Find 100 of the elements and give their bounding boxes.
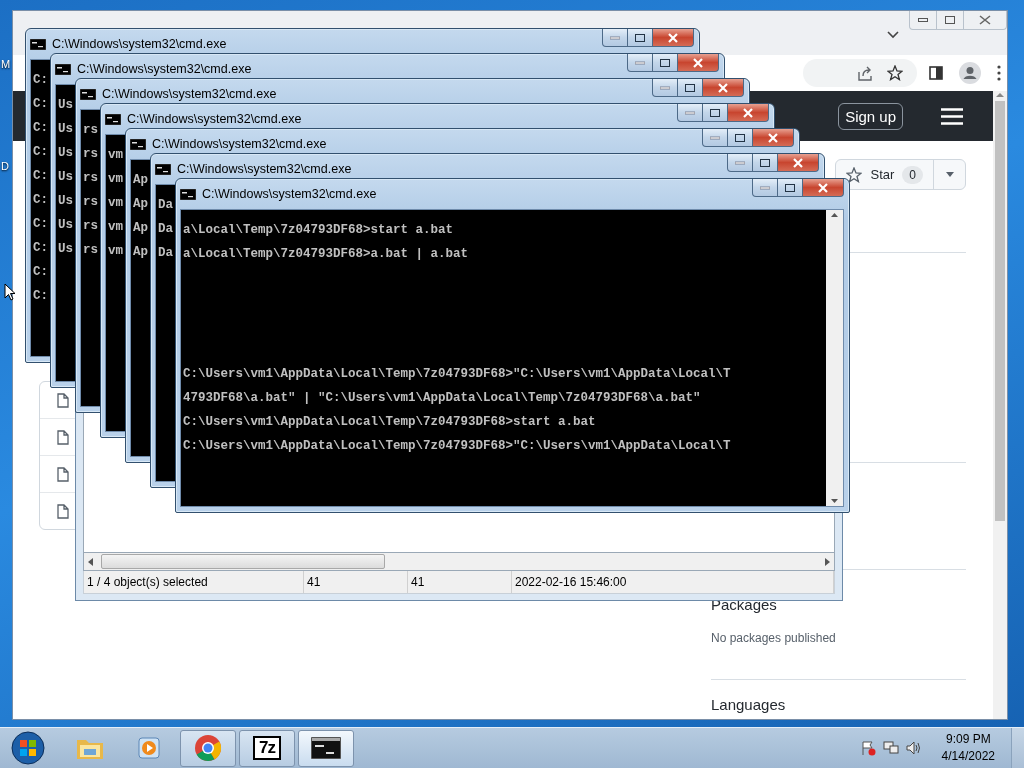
close-button[interactable] <box>727 104 769 122</box>
console-line: rs <box>83 242 98 259</box>
window-title: C:\Windows\system32\cmd.exe <box>52 37 227 51</box>
section-text: No packages published <box>711 631 837 645</box>
console-line: vm <box>108 147 123 164</box>
menu-icon[interactable] <box>941 107 963 125</box>
minimize-button[interactable] <box>752 179 778 197</box>
window-title: C:\Windows\system32\cmd.exe <box>152 137 327 151</box>
console-line: Us <box>58 169 73 186</box>
section-heading: Languages <box>711 696 787 713</box>
console-line: rs <box>83 170 98 187</box>
console-line: C: <box>33 264 48 281</box>
console-line: C: <box>33 240 48 257</box>
minimize-icon <box>685 110 695 115</box>
maximize-button[interactable] <box>652 54 678 72</box>
maximize-button[interactable] <box>727 129 753 147</box>
menu-icon[interactable] <box>997 65 1001 81</box>
chevron-icon[interactable] <box>887 31 899 39</box>
window-title: C:\Windows\system32\cmd.exe <box>77 62 252 76</box>
console-icon <box>55 63 71 75</box>
minimize-icon <box>610 35 620 40</box>
minimize-icon <box>635 60 645 65</box>
close-icon <box>667 32 679 43</box>
speaker-icon[interactable] <box>905 740 922 756</box>
maximize-button[interactable] <box>752 154 778 172</box>
close-button[interactable] <box>652 29 694 47</box>
console-icon <box>80 88 96 100</box>
console-line: rs <box>83 194 98 211</box>
console-line: Ap <box>133 220 148 237</box>
status-text: 41 <box>408 571 512 593</box>
address-bar[interactable] <box>803 59 917 87</box>
console-line: C: <box>33 288 48 305</box>
console-icon <box>30 38 46 50</box>
console-line: C:\Users\vm1\AppData\Local\Temp\7z04793DF68>"C:\Users\vm1\AppData\Local\T <box>183 438 731 455</box>
clock[interactable]: 9:09 PM 4/14/2022 <box>941 731 995 765</box>
maximize-button[interactable] <box>777 179 803 197</box>
minimize-button[interactable] <box>702 129 728 147</box>
console-line: a\Local\Temp\7z04793DF68>start a.bat <box>183 222 454 239</box>
side-panel-icon[interactable] <box>929 66 943 80</box>
console-line: Da <box>158 197 173 214</box>
console-line: Ap <box>133 196 148 213</box>
share-icon[interactable] <box>857 65 873 81</box>
console-line: rs <box>83 218 98 235</box>
console-line: Da <box>158 245 173 262</box>
minimize-button[interactable] <box>727 154 753 172</box>
minimize-icon <box>918 18 928 22</box>
console-line: Us <box>58 241 73 258</box>
close-button[interactable] <box>777 154 819 172</box>
console-icon <box>155 163 171 175</box>
windows-logo-icon <box>11 731 45 765</box>
close-button[interactable] <box>752 129 794 147</box>
console-line: a\Local\Temp\7z04793DF68>a.bat | a.bat <box>183 246 469 263</box>
minimize-button[interactable] <box>652 79 678 97</box>
start-button[interactable] <box>8 728 48 768</box>
maximize-icon <box>760 158 770 167</box>
arrow-down-icon <box>831 499 838 503</box>
console-line: C: <box>33 120 48 137</box>
console-icon <box>105 113 121 125</box>
taskbar-app-button[interactable] <box>298 729 354 767</box>
minimize-icon <box>760 185 770 190</box>
close-icon <box>817 182 829 193</box>
maximize-button[interactable] <box>677 79 703 97</box>
minimize-button[interactable] <box>627 54 653 72</box>
star-count: 0 <box>902 165 923 184</box>
window-title: C:\Windows\system32\cmd.exe <box>102 87 277 101</box>
scrollbar[interactable] <box>993 91 1007 719</box>
close-button[interactable] <box>677 54 719 72</box>
caret-icon <box>945 172 954 177</box>
bookmark-star-icon[interactable] <box>887 65 903 81</box>
console-line: C: <box>33 216 48 233</box>
minimize-button[interactable] <box>677 104 703 122</box>
taskbar-app-button[interactable]: 7z <box>239 729 295 767</box>
flag-icon[interactable] <box>859 740 876 756</box>
file-icon <box>57 466 69 482</box>
scrollbar[interactable] <box>826 210 843 506</box>
arrow-left-icon <box>88 557 93 566</box>
maximize-button[interactable] <box>702 104 728 122</box>
console-line: C:\Users\vm1\AppData\Local\Temp\7z04793DF68>"C:\Users\vm1\AppData\Local\T <box>183 366 731 383</box>
minimize-button[interactable] <box>602 29 628 47</box>
console-line: C:\Users\vm1\AppData\Local\Temp\7z04793DF68>start a.bat <box>183 414 596 431</box>
media-player-icon <box>136 735 162 761</box>
desktop-icon-label: D <box>1 160 10 172</box>
console-line: vm <box>108 171 123 188</box>
maximize-icon <box>710 108 720 117</box>
profile-icon[interactable] <box>959 62 981 84</box>
file-icon <box>57 503 69 519</box>
window-title: C:\Windows\system32\cmd.exe <box>202 187 377 201</box>
console-line: Us <box>58 217 73 234</box>
arrow-up-icon <box>996 91 1004 99</box>
close-button[interactable] <box>702 79 744 97</box>
network-icon[interactable] <box>881 740 900 756</box>
star-icon <box>846 166 863 183</box>
close-button[interactable] <box>802 179 844 197</box>
close-icon <box>692 57 704 68</box>
maximize-icon <box>735 133 745 142</box>
sign-up-button[interactable]: Sign up <box>838 102 903 130</box>
console-line: C: <box>33 144 48 161</box>
scrollbar[interactable] <box>83 552 835 571</box>
maximize-button[interactable] <box>627 29 653 47</box>
console-line: Ap <box>133 244 148 261</box>
